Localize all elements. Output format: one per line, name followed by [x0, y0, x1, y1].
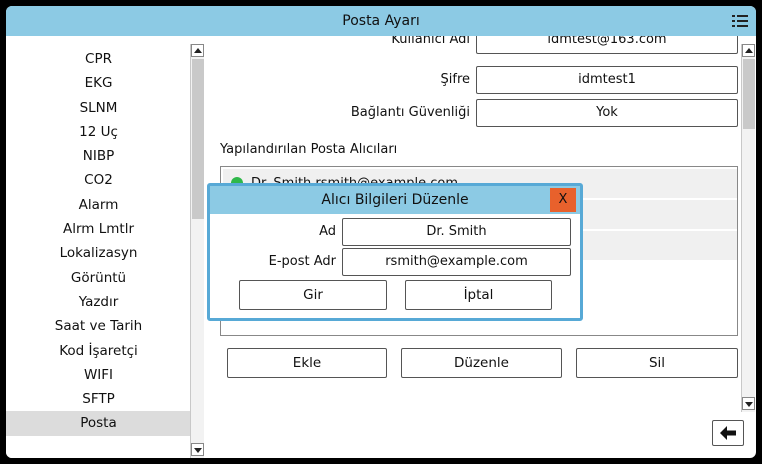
back-button[interactable] [712, 420, 744, 446]
title-bar: Posta Ayarı [6, 6, 756, 36]
username-label: Kullanıcı Adı [391, 36, 470, 47]
sidebar-item-ekg[interactable]: EKG [6, 71, 191, 95]
username-field[interactable]: idmtest@163.com [476, 36, 738, 54]
sidebar-item-wifi[interactable]: WIFI [6, 363, 191, 387]
window-title: Posta Ayarı [342, 13, 420, 29]
window: Posta Ayarı CPR EKG SLNM 12 Uç NIBP CO2 … [6, 6, 756, 458]
sidebar-item-alarm[interactable]: Alarm [6, 193, 191, 217]
scroll-up-icon[interactable] [742, 44, 755, 57]
dialog-title-bar: Alıcı Bilgileri Düzenle X [210, 186, 580, 214]
delete-button[interactable]: Sil [576, 348, 738, 378]
cancel-button[interactable]: İptal [405, 280, 552, 310]
back-arrow-icon [720, 426, 736, 440]
password-label: Şifre [440, 72, 471, 87]
sidebar-list: CPR EKG SLNM 12 Uç NIBP CO2 Alarm Alrm L… [6, 36, 191, 436]
password-row: Şifre idmtest1 [206, 66, 756, 94]
close-button[interactable]: X [550, 188, 576, 212]
sidebar-item-code-marker[interactable]: Kod İşaretçi [6, 339, 191, 363]
sidebar-item-nibp[interactable]: NIBP [6, 144, 191, 168]
security-label: Bağlantı Güvenliği [350, 105, 470, 120]
sidebar-item-slnm[interactable]: SLNM [6, 96, 191, 120]
hamburger-menu-icon[interactable] [732, 14, 748, 28]
sidebar-item-co2[interactable]: CO2 [6, 168, 191, 192]
sidebar-item-localization[interactable]: Lokalizasyn [6, 241, 191, 265]
edit-recipient-dialog: Alıcı Bilgileri Düzenle X Ad Dr. Smith E… [207, 183, 583, 321]
name-field[interactable]: Dr. Smith [342, 218, 571, 246]
edit-button[interactable]: Düzenle [401, 348, 562, 378]
sidebar-item-sftp[interactable]: SFTP [6, 387, 191, 411]
sidebar-item-12-lead[interactable]: 12 Uç [6, 120, 191, 144]
sidebar-item-alarm-limits[interactable]: Alrm Lmtlr [6, 217, 191, 241]
dialog-title: Alıcı Bilgileri Düzenle [321, 192, 469, 208]
sidebar-scrollbar[interactable] [190, 44, 204, 458]
sidebar-item-date-time[interactable]: Saat ve Tarih [6, 314, 191, 338]
main-scrollbar[interactable] [741, 44, 755, 412]
email-label: E-post Adr [268, 254, 336, 269]
sidebar-item-mail[interactable]: Posta [6, 411, 191, 436]
security-row: Bağlantı Güvenliği Yok [206, 99, 756, 127]
security-field[interactable]: Yok [476, 99, 738, 127]
scroll-down-icon[interactable] [742, 397, 755, 410]
scroll-down-icon[interactable] [191, 443, 204, 456]
name-row: Ad Dr. Smith [210, 218, 580, 246]
main-scroll-thumb[interactable] [743, 59, 755, 129]
username-row: Kullanıcı Adı idmtest@163.com [206, 36, 756, 54]
recipients-title: Yapılandırılan Posta Alıcıları [220, 142, 398, 157]
password-field[interactable]: idmtest1 [476, 66, 738, 94]
email-row: E-post Adr rsmith@example.com [210, 248, 580, 276]
enter-button[interactable]: Gir [239, 280, 387, 310]
add-button[interactable]: Ekle [227, 348, 387, 378]
scroll-up-icon[interactable] [191, 44, 204, 57]
settings-sidebar: CPR EKG SLNM 12 Uç NIBP CO2 Alarm Alrm L… [6, 36, 206, 458]
sidebar-item-print[interactable]: Yazdır [6, 290, 191, 314]
name-label: Ad [319, 224, 336, 239]
sidebar-item-display[interactable]: Görüntü [6, 266, 191, 290]
sidebar-scroll-thumb[interactable] [192, 59, 204, 219]
sidebar-item-cpr[interactable]: CPR [6, 47, 191, 71]
email-field[interactable]: rsmith@example.com [342, 248, 571, 276]
